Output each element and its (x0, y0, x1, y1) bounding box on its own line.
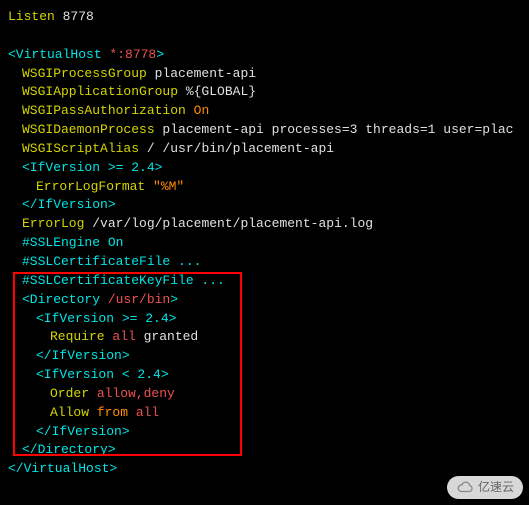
line-procgroup: WSGIProcessGroup placement-api (8, 65, 521, 84)
line-ifversion-2-close: </IfVersion> (8, 347, 521, 366)
line-directory-open: <Directory /usr/bin> (8, 291, 521, 310)
cloud-icon (456, 481, 474, 493)
line-allow: Allow from all (8, 404, 521, 423)
line-ifversion-3-close: </IfVersion> (8, 423, 521, 442)
code-block: Listen 8778 <VirtualHost *:8778> WSGIPro… (8, 8, 521, 479)
watermark-text: 亿速云 (478, 479, 514, 496)
blank (8, 27, 521, 46)
line-errorlogformat: ErrorLogFormat "%M" (8, 178, 521, 197)
line-order: Order allow,deny (8, 385, 521, 404)
watermark: 亿速云 (447, 476, 523, 499)
line-ifversion-3-open: <IfVersion < 2.4> (8, 366, 521, 385)
line-sslengine: #SSLEngine On (8, 234, 521, 253)
line-appgroup: WSGIApplicationGroup %{GLOBAL} (8, 83, 521, 102)
line-ifversion-2-open: <IfVersion >= 2.4> (8, 310, 521, 329)
line-errorlog: ErrorLog /var/log/placement/placement-ap… (8, 215, 521, 234)
line-directory-close: </Directory> (8, 441, 521, 460)
line-listen: Listen 8778 (8, 8, 521, 27)
line-sslkey: #SSLCertificateKeyFile ... (8, 272, 521, 291)
line-daemon: WSGIDaemonProcess placement-api processe… (8, 121, 521, 140)
line-ifversion-1-close: </IfVersion> (8, 196, 521, 215)
line-vhost-close: </VirtualHost> (8, 460, 521, 479)
line-ifversion-1-open: <IfVersion >= 2.4> (8, 159, 521, 178)
line-scriptalias: WSGIScriptAlias / /usr/bin/placement-api (8, 140, 521, 159)
line-require: Require all granted (8, 328, 521, 347)
line-passauth: WSGIPassAuthorization On (8, 102, 521, 121)
line-vhost-open: <VirtualHost *:8778> (8, 46, 521, 65)
line-sslcert: #SSLCertificateFile ... (8, 253, 521, 272)
